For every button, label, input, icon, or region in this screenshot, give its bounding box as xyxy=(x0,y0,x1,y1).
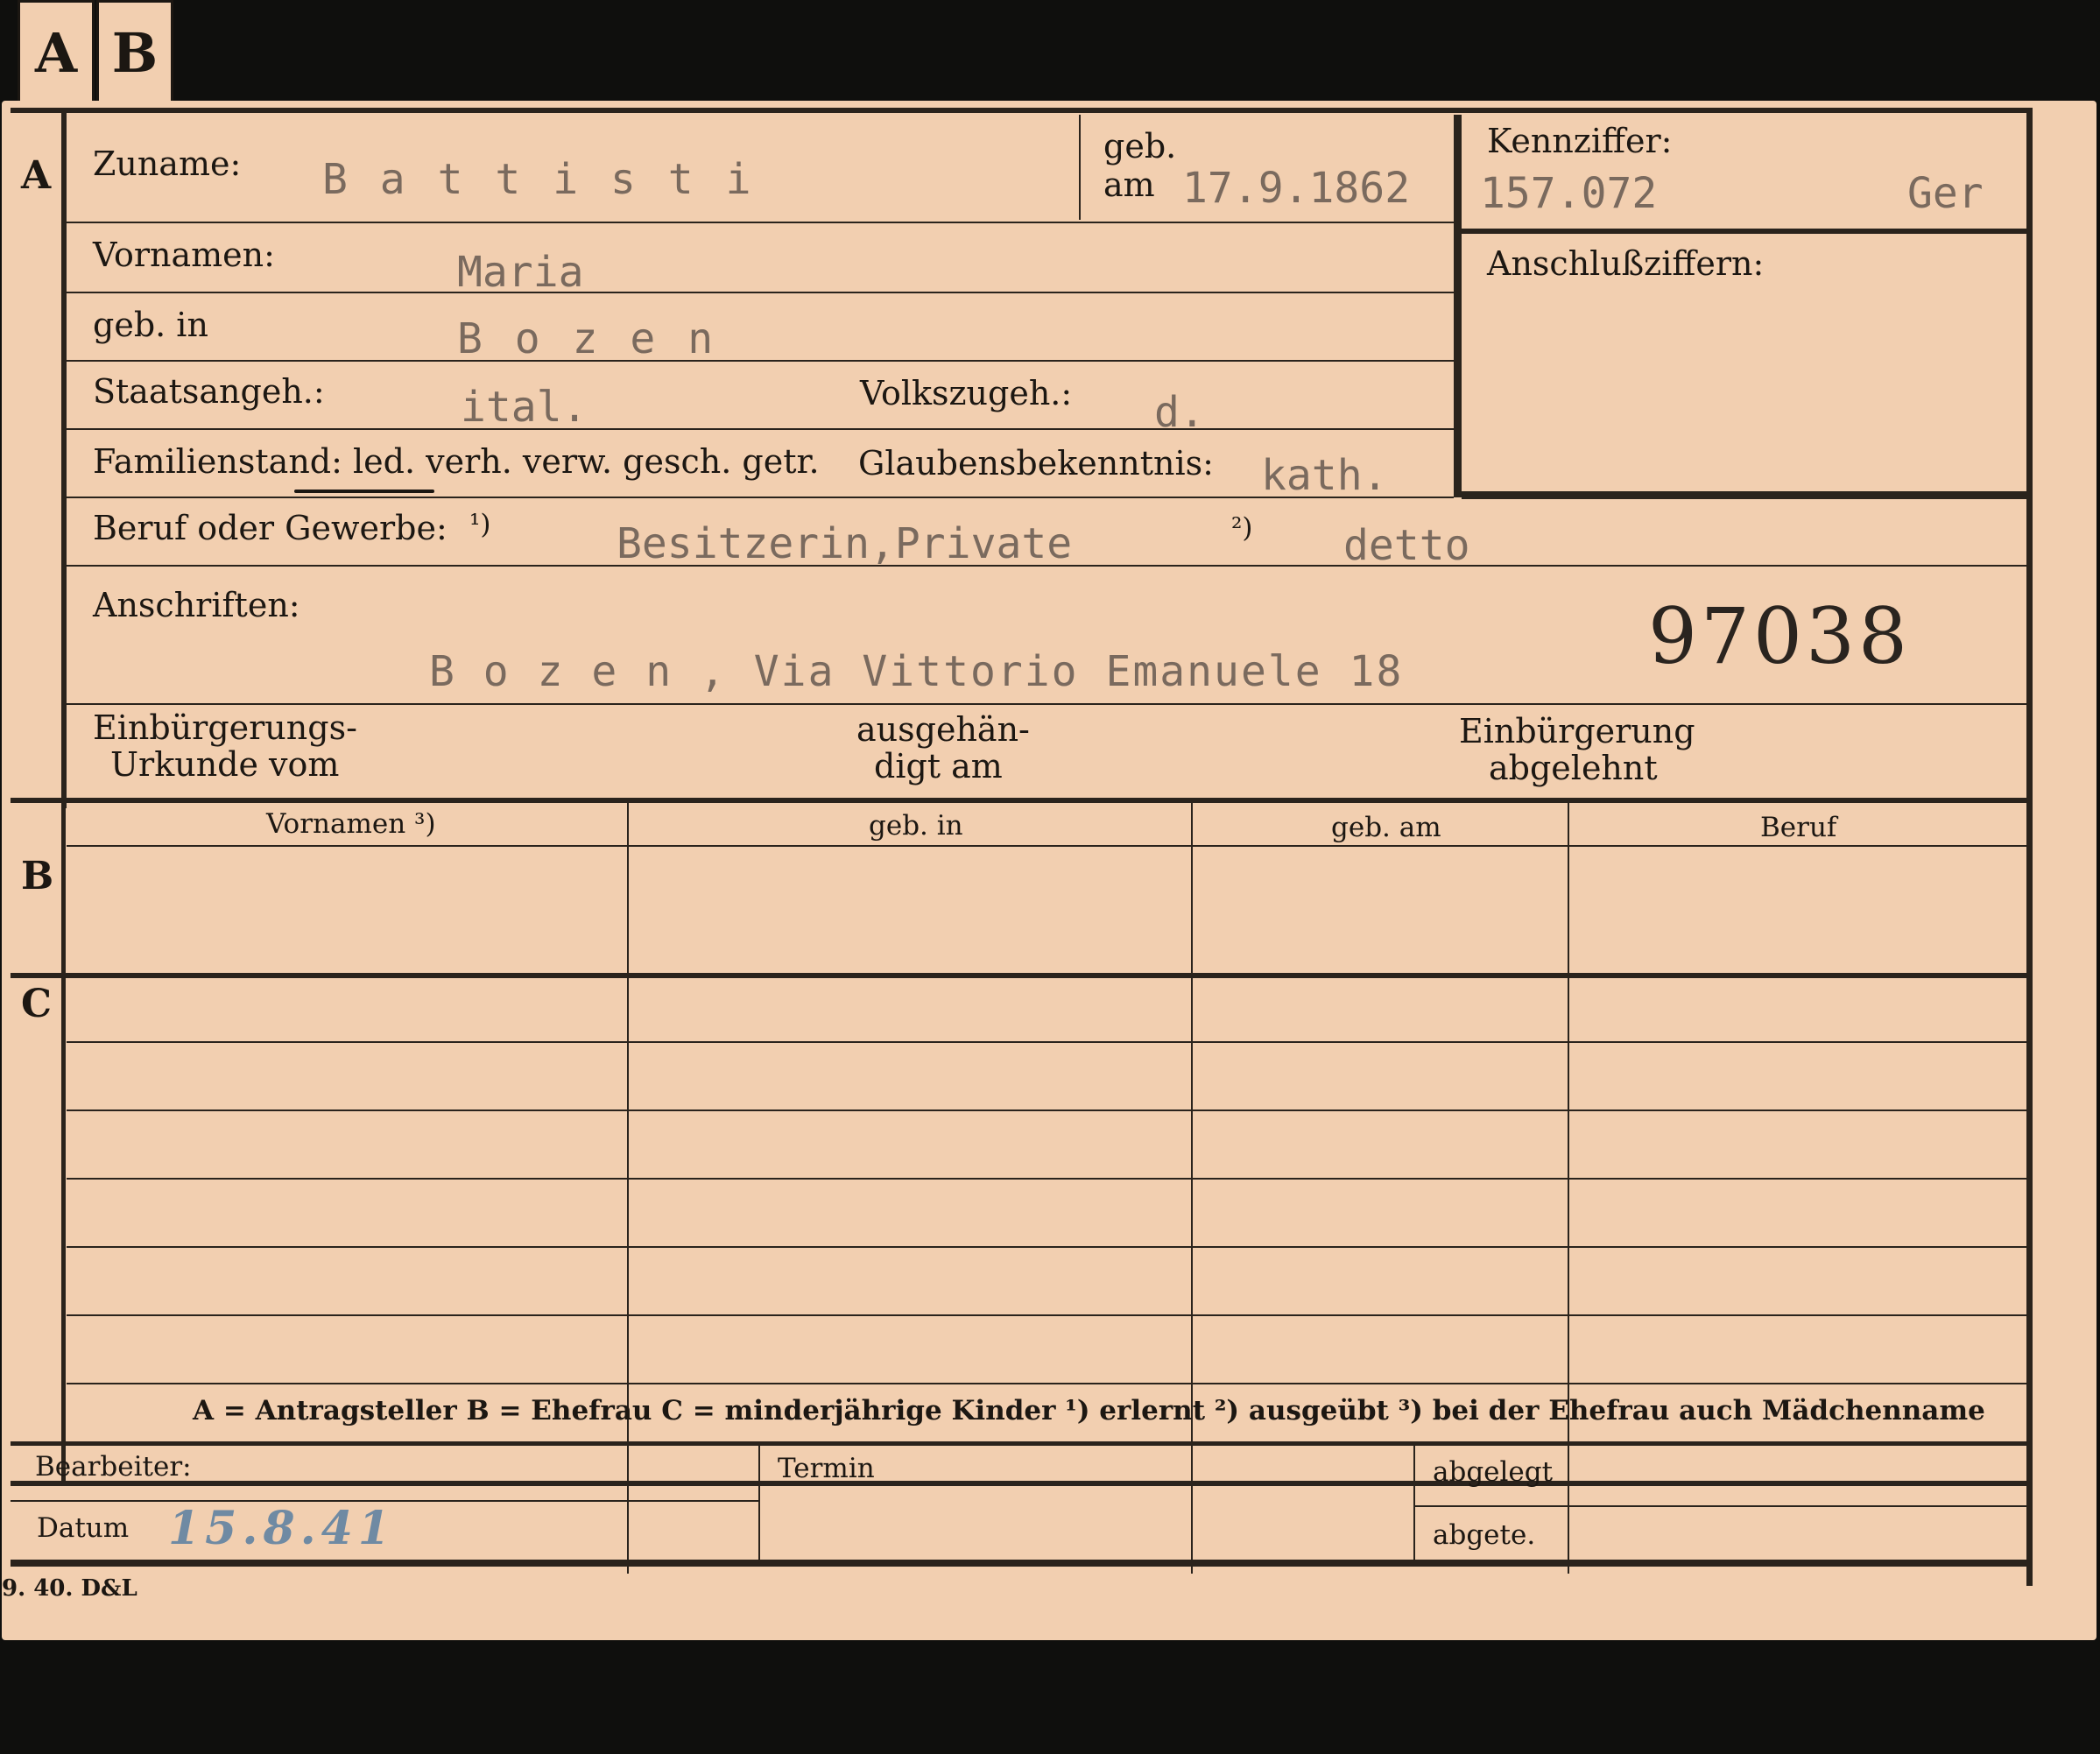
footer-divider-1 xyxy=(758,1446,760,1561)
row-line-5 xyxy=(67,497,1454,498)
datum-label: Datum xyxy=(37,1512,130,1544)
am-label: am xyxy=(1103,166,1155,204)
kennziffer-box-left xyxy=(1454,115,1462,497)
col-divider-3 xyxy=(1568,803,1569,1574)
col-vornamen-header: Vornamen ³) xyxy=(266,808,436,840)
row-line-3 xyxy=(67,360,1454,362)
kennziffer-box-divider xyxy=(1462,229,2026,234)
einbuergerung-abgelehnt-line2: abgelehnt xyxy=(1489,749,1658,787)
zuname-value: B a t t i s t i xyxy=(322,155,755,204)
col-geb-in-header: geb. in xyxy=(869,810,963,842)
anschlussziffern-label: Anschlußziffern: xyxy=(1487,244,1765,283)
volkszugeh-label: Volkszugeh.: xyxy=(860,374,1073,412)
termin-label: Termin xyxy=(778,1453,875,1484)
section-a-label: A xyxy=(21,153,52,198)
row-line-6 xyxy=(67,565,2026,567)
kennziffer-box-bottom xyxy=(1462,491,2026,499)
col-beruf-header: Beruf xyxy=(1760,812,1837,843)
glaubensbekenntnis-label: Glaubensbekenntnis: xyxy=(858,444,1214,483)
tab-a: A xyxy=(18,0,95,103)
geb-in-value: B o z e n xyxy=(457,314,717,363)
row-line-2 xyxy=(67,292,1454,293)
geb-label: geb. xyxy=(1103,127,1177,166)
section-c-label: C xyxy=(21,982,53,1026)
c-row-line-4 xyxy=(67,1246,2026,1248)
beruf-label: Beruf oder Gewerbe: xyxy=(93,509,447,547)
glaubensbekenntnis-value: kath. xyxy=(1261,451,1388,500)
tab-b: B xyxy=(96,0,173,103)
section-b-label: B xyxy=(21,854,54,898)
c-row-line-6 xyxy=(67,1383,2026,1384)
einbuergerung-urkunde-line1: Einbürgerungs- xyxy=(93,708,357,747)
footer-bottom xyxy=(11,1560,2026,1567)
column-header-line xyxy=(67,845,2026,847)
c-row-line-3 xyxy=(67,1178,2026,1180)
ausgehaendigt-line1: ausgehän- xyxy=(856,710,1030,749)
staatsangeh-value: ital. xyxy=(461,383,588,432)
einbuergerung-urkunde-line2: Urkunde vom xyxy=(110,745,340,784)
legend-bottom xyxy=(11,1441,2026,1446)
datum-value: 15.8.41 xyxy=(168,1502,396,1555)
section-c-divider xyxy=(61,976,66,1486)
bearbeiter-label: Bearbeiter: xyxy=(35,1451,192,1483)
einbuergerung-abgelehnt-line1: Einbürgerung xyxy=(1459,712,1695,750)
print-code: 9. 40. D&L xyxy=(2,1575,137,1602)
row-line-1 xyxy=(67,222,1454,223)
footer-divider-2 xyxy=(1413,1446,1415,1561)
c-row-line-2 xyxy=(67,1109,2026,1111)
geb-divider xyxy=(1079,115,1081,220)
col-divider-1 xyxy=(627,803,629,1574)
geb-in-label: geb. in xyxy=(93,306,208,344)
row-line-4 xyxy=(67,428,1454,430)
kennziffer-label: Kennziffer: xyxy=(1487,122,1673,160)
familienstand-label: Familienstand: led. verh. verw. gesch. g… xyxy=(93,442,820,481)
frame-top-line xyxy=(11,108,2032,113)
frame-right-line xyxy=(2026,108,2033,1586)
kennziffer-value: 157.072 xyxy=(1480,169,1658,218)
c-row-line-5 xyxy=(67,1314,2026,1316)
beruf-note-2: ²) xyxy=(1231,512,1253,544)
beruf-erlernt-value: Besitzerin,Private xyxy=(617,519,1073,568)
vornamen-label: Vornamen: xyxy=(93,236,275,274)
footer-right-line xyxy=(1415,1505,2026,1507)
staatsangeh-label: Staatsangeh.: xyxy=(93,372,325,411)
stamp-number: 97038 xyxy=(1648,591,1911,681)
abgete-label: abgete. xyxy=(1433,1519,1536,1551)
section-c-bottom xyxy=(11,1481,2026,1486)
geb-am-value: 17.9.1862 xyxy=(1182,164,1411,213)
col-geb-am-header: geb. am xyxy=(1331,812,1441,843)
familienstand-underline xyxy=(294,490,434,493)
row-line-7 xyxy=(67,703,2026,705)
col-divider-2 xyxy=(1191,803,1193,1574)
anschriften-label: Anschriften: xyxy=(93,586,300,624)
zuname-label: Zuname: xyxy=(93,144,242,183)
abgelegt-label: abgelegt xyxy=(1433,1456,1554,1488)
section-b-bottom xyxy=(11,973,2026,978)
c-row-line-1 xyxy=(67,1041,2026,1043)
registration-card: A Zuname: B a t t i s t i geb. am 17.9.1… xyxy=(2,101,2096,1640)
kennziffer-suffix: Ger xyxy=(1907,169,1984,218)
anschrift-value: B o z e n , Via Vittorio Emanuele 18 xyxy=(429,647,1404,696)
ausgehaendigt-line2: digt am xyxy=(874,747,1003,785)
section-a-bottom xyxy=(11,798,2026,803)
beruf-note-1: ¹) xyxy=(469,509,491,540)
legend: A = Antragsteller B = Ehefrau C = minder… xyxy=(193,1395,1985,1426)
vornamen-value: Maria xyxy=(457,248,584,297)
beruf-ausgeuebt-value: detto xyxy=(1343,521,1470,570)
